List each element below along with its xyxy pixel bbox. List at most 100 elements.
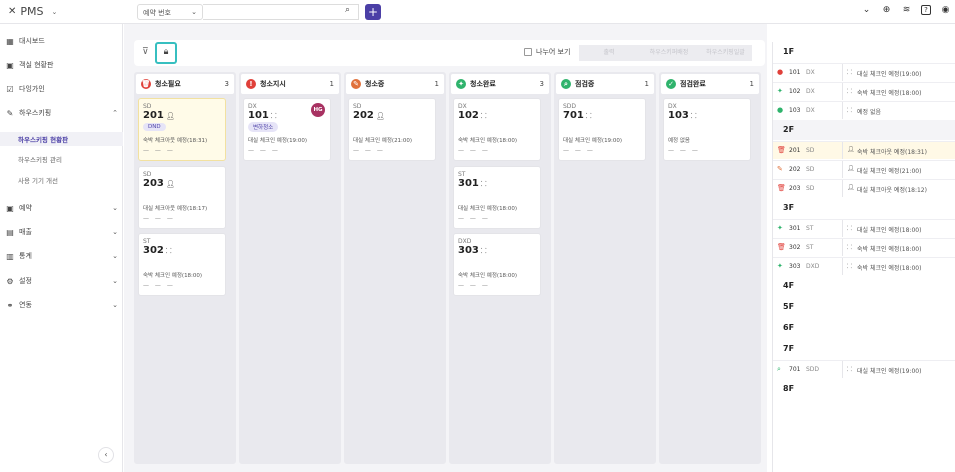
sidebar-item-daily[interactable]: ☑ 다잉가인 [6,82,118,96]
room-card[interactable]: SD 203 👤︎ 대실 체크아웃 예정(18:17) — — — [138,166,226,229]
sidebar-item-link[interactable]: ⚭ 연동 ⌄ [6,298,118,312]
room-row[interactable]: ✎ 202 SD 👤︎ 대실 체크인 예정(21:00) [773,160,955,178]
calendar-icon: ▣ [6,60,14,70]
top-right-icons: ⌄ ⊕ ≋ ? ◉ [861,5,951,15]
split-view-checkbox[interactable] [524,48,532,56]
sidebar-collapse-button[interactable]: ‹ [98,447,114,463]
room-row[interactable]: ✦ 301 ST ⸬ 대실 체크인 예정(18:00) [773,219,955,237]
divider [842,142,843,159]
room-number: 303 [458,245,479,256]
sparkle-icon: ✦ [777,224,783,232]
sidebar-item-housekeeping[interactable]: ✎ 하우스키핑 ⌃ [6,106,118,120]
sidebar-item-settings[interactable]: ⚙ 설정 ⌄ [6,274,118,288]
divider [842,102,843,119]
sidebar-item-room-status[interactable]: ▣ 객실 현황판 [6,58,118,72]
schedule-note: 대실 체크아웃 예정(18:17) [143,206,208,212]
room-card[interactable]: DX 101 ⸬ 변하청소 HG 대실 체크인 예정(19:00) — — — [243,98,331,161]
search-icon: ⌕ [561,79,571,89]
room-row[interactable]: ● 101 DX ⸬ 대실 체크인 예정(19:00) [773,63,955,81]
room-row[interactable]: ⌕ 701 SDD ⸬ 대실 체크인 예정(19:00) [773,360,955,378]
bed-icon: ⸬ [847,225,852,232]
room-card[interactable]: DXD 303 ⸬ 숙박 체크인 예정(18:00) — — — [453,233,541,296]
floor-header: 1F [783,47,795,56]
room-row[interactable]: ✦ 303 DXD ⸬ 숙박 체크인 예정(18:00) [773,257,955,275]
sidebar-subitem-device[interactable]: 사용 기기 개선 [18,173,58,187]
divider [842,161,843,178]
sidebar-item-stats[interactable]: ▥ 통계 ⌄ [6,249,118,263]
sidebar-item-label: 설정 [19,277,32,285]
room-type: SDD [563,103,577,110]
room-row[interactable]: ● 103 DX ⸬ 예정 없음 [773,101,955,119]
column-count: 1 [749,80,754,88]
search-field-select[interactable]: 예약 번호 ⌄ [137,4,203,20]
room-number: 302 [789,244,801,251]
room-number: 202 [353,110,374,121]
avatar[interactable]: HG [311,103,325,117]
column-count: 1 [329,80,334,88]
help-icon[interactable]: ? [921,5,931,15]
chevron-down-icon[interactable]: ⌄ [861,5,872,15]
sidebar-subitem-housekeeping-board[interactable]: 하우스키핑 현황판 [0,132,123,146]
search-input[interactable] [203,4,359,20]
sidebar-subitem-housekeeping-manage[interactable]: 하우스키핑 관리 [18,152,62,166]
floor-room-panel: 1F ● 101 DX ⸬ 대실 체크인 예정(19:00) ✦ 102 DX ⸬ … [772,42,955,472]
print-button[interactable]: 출력 [579,45,639,61]
search-icon[interactable]: ⌕ [345,5,350,15]
globe-icon[interactable]: ⊕ [881,5,892,15]
board-column: ! 청소지시 1 DX 101 ⸬ 변하청소 HG 대실 체크인 예정(19:00) —… [239,72,341,464]
dashboard-icon: ▦ [6,36,14,46]
schedule-note: 숙박 체크아웃 예정(18:31) [143,138,208,144]
search-icon: ⌕ [777,365,781,373]
room-card[interactable]: ST 301 ⸬ 대실 체크인 예정(18:00) — — — [453,166,541,229]
chevron-down-icon: ⌄ [112,301,118,309]
floor-header: 5F [783,302,795,311]
schedule-note: 대실 체크인 예정(21:00) [353,138,413,144]
add-button[interactable]: + [365,4,381,20]
bed-icon: ⸬ [585,112,592,120]
board-column: ✎ 청소중 1 SD 202 👤︎ 대실 체크인 예정(21:00) — — — [344,72,446,464]
sidebar-item-dashboard[interactable]: ▦ 대시보드 [6,34,118,48]
alert-icon: ! [246,79,256,89]
room-card[interactable]: DX 102 ⸬ 숙박 체크인 예정(18:00) — — — [453,98,541,161]
room-card[interactable]: SD 202 👤︎ 대실 체크인 예정(21:00) — — — [348,98,436,161]
broom-icon: ✎ [6,108,14,118]
floor-header: 8F [783,384,795,393]
calendar-icon: ▣ [6,203,14,213]
floor-header: 6F [783,323,795,332]
room-card[interactable]: DX 103 ⸬ 예정 없음 — — — [663,98,751,161]
bed-icon: ⸬ [270,112,277,120]
room-card[interactable]: SD 201 👤︎ DND 숙박 체크아웃 예정(18:31) — — — [138,98,226,161]
room-row[interactable]: ✦ 102 DX ⸬ 숙박 체크인 예정(18:00) [773,82,955,100]
lock-button[interactable]: 🔒︎ [155,42,177,64]
batch-housekeeping-button[interactable]: 하우스키핑일괄 [699,45,752,61]
chevron-up-icon: ⌃ [112,109,118,117]
schedule-note: 대실 체크인 예정(21:00) [857,168,922,175]
board-column: ✦ 청소완료 3 DX 102 ⸬ 숙박 체크인 예정(18:00) — — — ST… [449,72,551,464]
divider [842,220,843,237]
app-title: PMS [20,5,44,18]
bed-icon: ⸬ [847,263,852,270]
column-title: 청소필요 [155,80,181,88]
column-header: ✦ 청소완료 3 [451,74,549,94]
assign-housekeeper-button[interactable]: 하우스키퍼배정 [639,45,699,61]
room-row[interactable]: 🗑︎ 302 ST ⸬ 숙박 체크인 예정(18:00) [773,238,955,256]
schedule-note: 예정 없음 [857,109,881,116]
broom-icon: ✎ [777,165,783,173]
room-card[interactable]: SDD 701 ⸬ 대실 체크인 예정(19:00) — — — [558,98,646,161]
floor-header: 2F [773,120,955,140]
wifi-icon[interactable]: ≋ [901,5,912,15]
sidebar-item-sales[interactable]: ▤ 매출 ⌄ [6,225,118,239]
room-card[interactable]: ST 302 ⸬ 숙박 체크인 예정(18:00) — — — [138,233,226,296]
housekeeping-board: ⊽ 🔒︎ 나누어 보기 출력 하우스키퍼배정 하우스키핑일괄 🗑︎ 청소필요 3… [124,24,767,472]
sidebar-item-reservation[interactable]: ▣ 예약 ⌄ [6,201,118,215]
divider [842,64,843,81]
assignee-placeholder: — — — [353,147,385,154]
user-icon[interactable]: ◉ [940,5,951,15]
app-logo[interactable]: ✕ PMS ⌄ [8,5,57,18]
chevron-down-icon: ⌄ [112,252,118,260]
filter-icon[interactable]: ⊽ [142,47,149,57]
room-row[interactable]: 🗑︎ 203 SD 👤︎ 대실 체크아웃 예정(18:12) [773,179,955,197]
room-number: 201 [789,147,801,154]
bed-icon: ⸬ [847,69,852,76]
room-row[interactable]: 🗑︎ 201 SD 👤︎ 숙박 체크아웃 예정(18:31) [773,141,955,159]
